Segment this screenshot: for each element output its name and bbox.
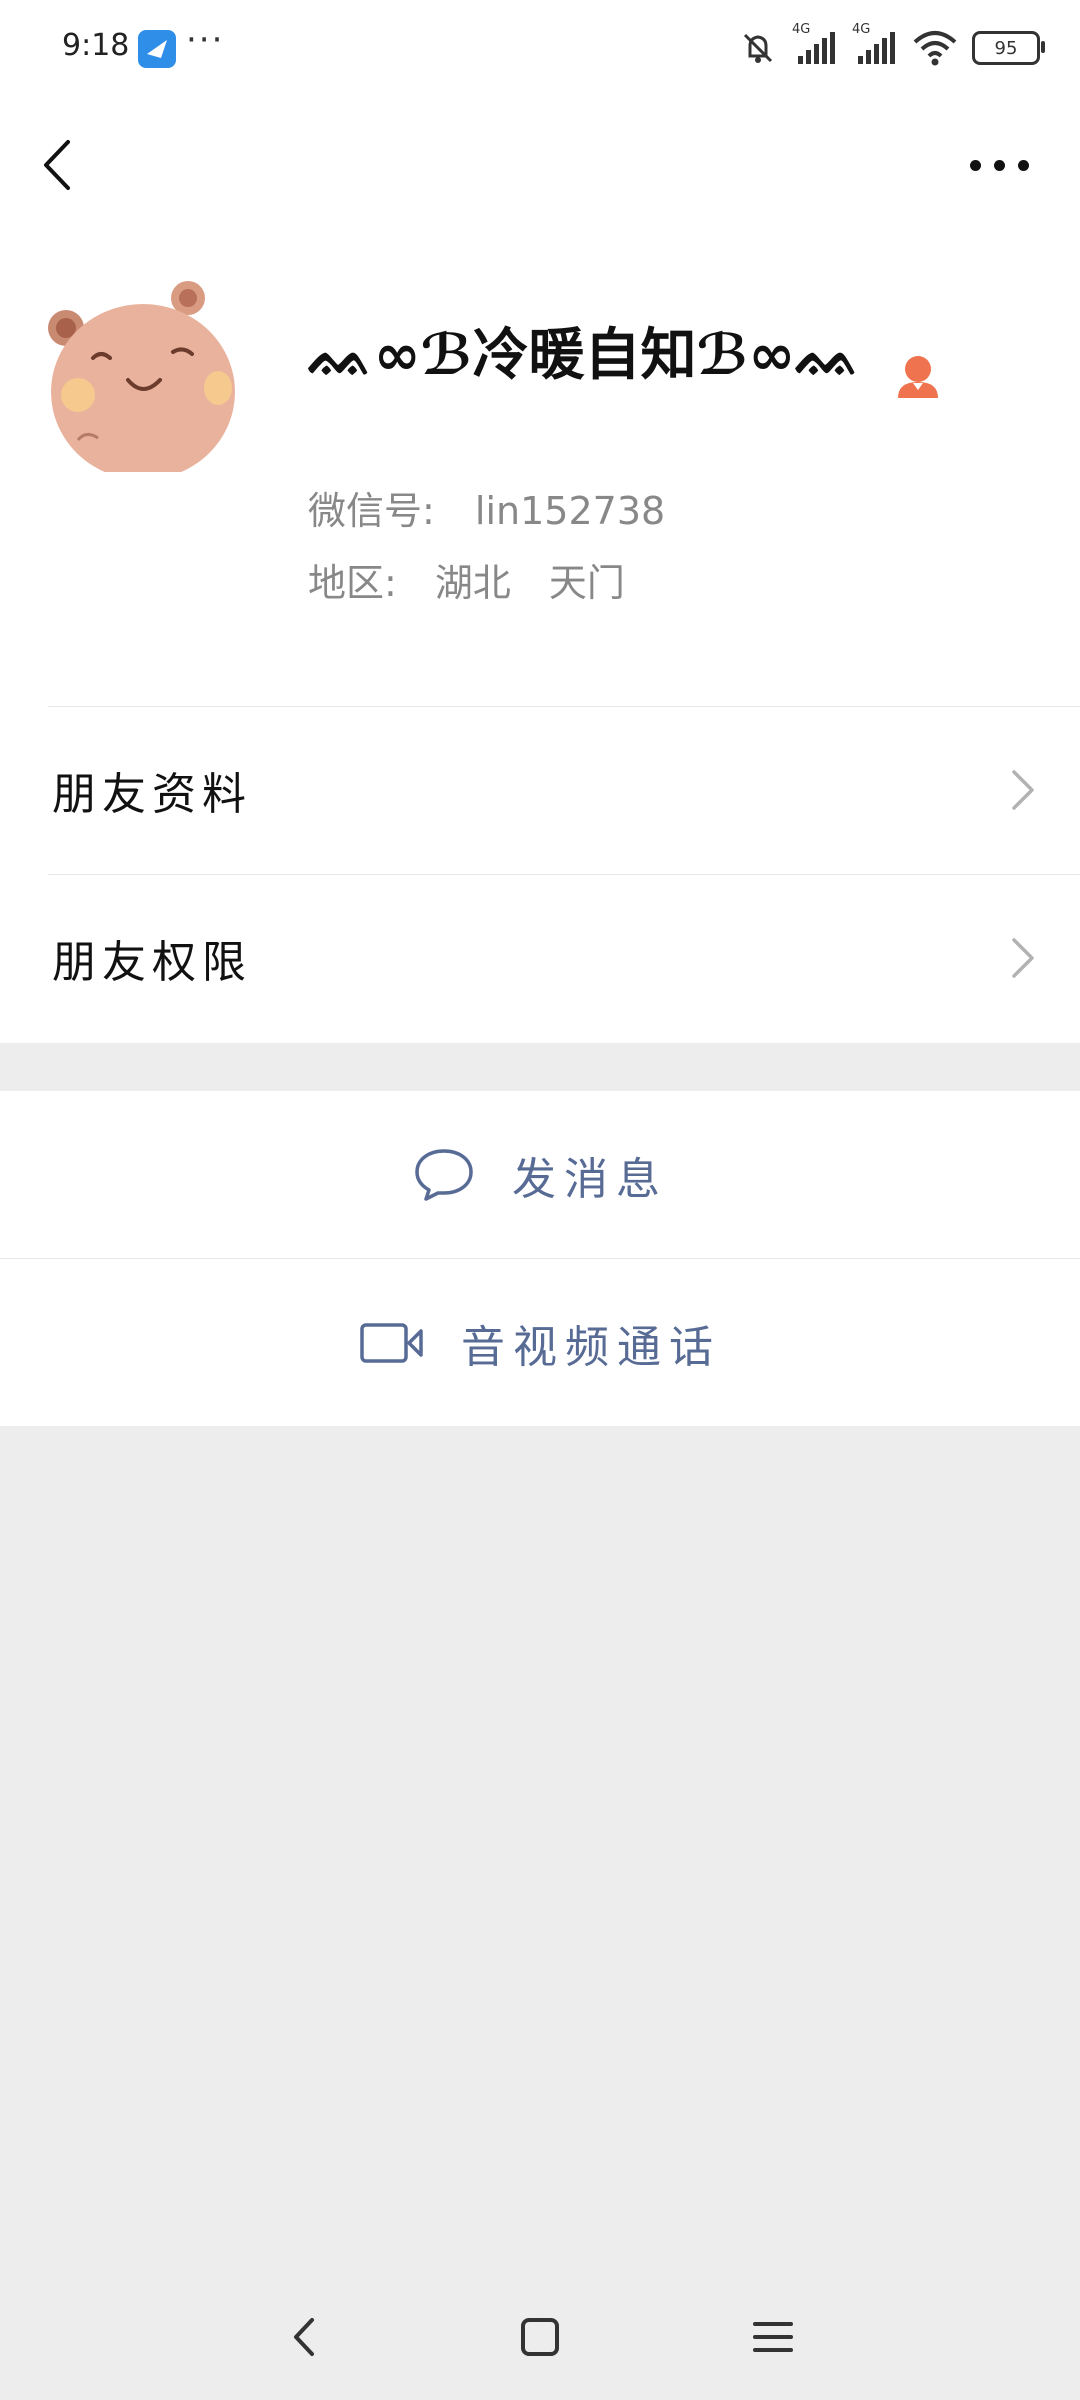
system-menu-button[interactable] bbox=[738, 2302, 808, 2372]
video-camera-icon bbox=[360, 1322, 423, 1363]
profile-nickname: ᨐ∞ℬ冷暖自知ℬ∞ᨐ bbox=[308, 323, 862, 388]
region-value: 湖北 天门 bbox=[434, 561, 625, 605]
more-button[interactable] bbox=[960, 138, 1040, 198]
video-call-button[interactable]: 音视频通话 bbox=[0, 1259, 1080, 1426]
wifi-icon bbox=[913, 31, 957, 66]
send-message-button[interactable]: 发消息 bbox=[0, 1091, 1080, 1258]
back-icon bbox=[44, 140, 70, 190]
wechat-id-label: 微信号: bbox=[308, 489, 435, 533]
gender-user-icon bbox=[895, 352, 941, 400]
battery-indicator: 95 bbox=[972, 31, 1045, 65]
send-message-label: 发消息 bbox=[512, 1153, 668, 1205]
chevron-right-icon bbox=[1012, 938, 1034, 978]
friend-permissions-item[interactable]: 朋友权限 bbox=[0, 875, 1080, 1041]
avatar[interactable] bbox=[48, 280, 240, 472]
friend-info-item[interactable]: 朋友资料 bbox=[0, 707, 1080, 873]
friend-info-label: 朋友资料 bbox=[52, 769, 252, 820]
top-nav-bar bbox=[0, 110, 1080, 220]
region-label: 地区: bbox=[308, 561, 397, 605]
wechat-id-row: 微信号: lin152738 bbox=[308, 480, 665, 535]
signal-icon-2: 4G bbox=[852, 22, 898, 68]
app-notification-icon bbox=[138, 30, 176, 68]
chat-bubble-icon bbox=[415, 1148, 473, 1201]
chevron-right-icon bbox=[1012, 770, 1034, 810]
system-home-icon bbox=[521, 2318, 559, 2356]
status-indicators: 4G 4G 95 bbox=[738, 22, 1045, 70]
friend-permissions-label: 朋友权限 bbox=[52, 937, 252, 988]
status-bar: 9:18 ··· 4G 4G 95 bbox=[0, 0, 1080, 96]
section-gap bbox=[0, 1043, 1080, 1091]
back-button[interactable] bbox=[30, 130, 100, 200]
status-time: 9:18 bbox=[62, 28, 130, 63]
mute-icon bbox=[743, 33, 773, 63]
system-menu-icon bbox=[753, 2322, 793, 2352]
system-back-button[interactable] bbox=[270, 2302, 340, 2372]
system-nav-bar bbox=[0, 2280, 1080, 2400]
avatar-bear-image bbox=[48, 280, 240, 472]
battery-level: 95 bbox=[994, 37, 1018, 59]
wechat-id-value: lin152738 bbox=[474, 489, 666, 533]
more-icon bbox=[970, 160, 981, 171]
profile-header: ᨐ∞ℬ冷暖自知ℬ∞ᨐ 微信号: lin152738 地区: 湖北 天门 bbox=[0, 270, 1080, 690]
system-back-icon bbox=[294, 2318, 314, 2356]
system-home-button[interactable] bbox=[505, 2302, 575, 2372]
region-row: 地区: 湖北 天门 bbox=[308, 552, 625, 607]
status-more-icon: ··· bbox=[186, 20, 225, 60]
video-call-label: 音视频通话 bbox=[461, 1321, 721, 1373]
signal-icon-1: 4G bbox=[792, 22, 838, 68]
